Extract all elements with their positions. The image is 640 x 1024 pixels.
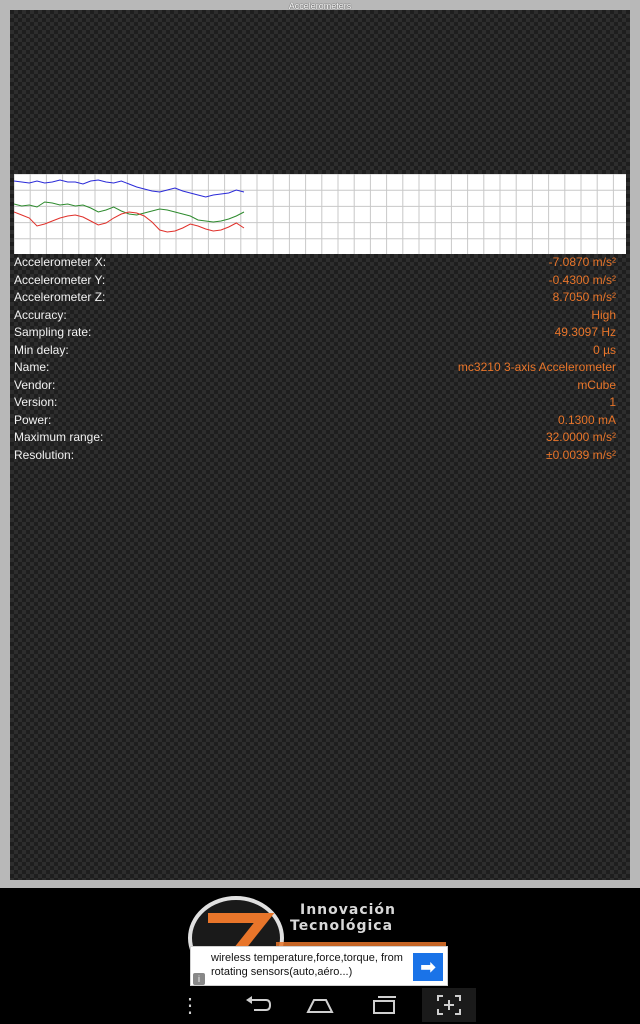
arrow-right-icon[interactable]: ➡ xyxy=(413,953,443,981)
ad-text[interactable]: wireless temperature,force,torque, from … xyxy=(211,951,411,979)
reading-row: Accelerometer Z: 8.7050 m/s² xyxy=(14,289,616,307)
reading-label: Resolution: xyxy=(14,447,75,462)
reading-label: Accelerometer X: xyxy=(14,255,107,269)
ad-logo-line2: Tecnológica xyxy=(290,918,394,934)
reading-row: Version: 1 xyxy=(14,394,616,412)
reading-label: Sampling rate: xyxy=(14,325,92,339)
reading-row: Sampling rate: 49.3097 Hz xyxy=(14,324,616,342)
reading-row: Accuracy: High xyxy=(14,307,616,325)
reading-row: Name: mc3210 3-axis Accelerometer xyxy=(14,359,616,377)
reading-value: 49.3097 Hz xyxy=(554,325,616,339)
accelerometer-graph xyxy=(14,174,626,254)
graph-grid xyxy=(14,174,626,254)
reading-label: Version: xyxy=(14,395,58,409)
app-content: Accelerometer X: -7.0870 m/s² Acceleromete… xyxy=(10,10,630,880)
reading-row: Vendor: mCube xyxy=(14,377,616,395)
recent-apps-icon[interactable] xyxy=(360,988,408,1022)
info-icon[interactable]: i xyxy=(193,973,205,985)
reading-row: Maximum range: 32.0000 m/s² xyxy=(14,429,616,447)
readings-list: Accelerometer X: -7.0870 m/s² Acceleromete… xyxy=(14,254,616,464)
reading-row: Resolution: ±0.0039 m/s² xyxy=(14,447,616,465)
reading-value: 0 µs xyxy=(593,342,616,357)
reading-value: 0.1300 mA xyxy=(557,412,616,427)
reading-value: ±0.0039 m/s² xyxy=(546,447,616,462)
reading-label: Accelerometer Z: xyxy=(14,290,106,304)
reading-label: Name: xyxy=(14,360,50,374)
reading-value: -7.0870 m/s² xyxy=(548,255,616,269)
reading-label: Accuracy: xyxy=(14,307,67,322)
reading-label: Accelerometer Y: xyxy=(14,272,106,287)
reading-value: 32.0000 m/s² xyxy=(545,430,616,444)
ad-area[interactable]: Innovación Tecnológica wireless temperat… xyxy=(0,888,640,986)
reading-value: -0.4300 m/s² xyxy=(548,272,616,287)
reading-label: Min delay: xyxy=(14,342,69,357)
reading-row: Min delay: 0 µs xyxy=(14,342,616,360)
app-window: Accelerometers Accelerometer X: -7.0870 m… xyxy=(0,0,640,888)
home-icon[interactable] xyxy=(296,988,344,1022)
reading-row: Accelerometer X: -7.0870 m/s² xyxy=(14,254,616,272)
reading-value: High xyxy=(591,307,616,322)
reading-label: Vendor: xyxy=(14,377,56,392)
graph-svg xyxy=(14,174,626,254)
reading-value: 8.7050 m/s² xyxy=(552,290,616,304)
reading-value: 1 xyxy=(609,395,616,409)
reading-row: Power: 0.1300 mA xyxy=(14,412,616,430)
system-nav-bar: ⋮ xyxy=(0,986,640,1024)
screenshot-icon[interactable] xyxy=(422,988,476,1022)
ad-banner[interactable]: wireless temperature,force,torque, from … xyxy=(190,946,448,986)
menu-dots-icon[interactable]: ⋮ xyxy=(168,988,212,1022)
reading-label: Power: xyxy=(14,412,52,427)
reading-label: Maximum range: xyxy=(14,430,104,444)
ad-logo-line1: Innovación xyxy=(300,902,397,918)
reading-value: mCube xyxy=(577,377,616,392)
reading-value: mc3210 3-axis Accelerometer xyxy=(457,360,616,374)
reading-row: Accelerometer Y: -0.4300 m/s² xyxy=(14,272,616,290)
series-line-0 xyxy=(14,179,245,198)
screen: Accelerometers Accelerometer X: -7.0870 m… xyxy=(0,0,640,1024)
back-icon[interactable] xyxy=(234,988,282,1022)
